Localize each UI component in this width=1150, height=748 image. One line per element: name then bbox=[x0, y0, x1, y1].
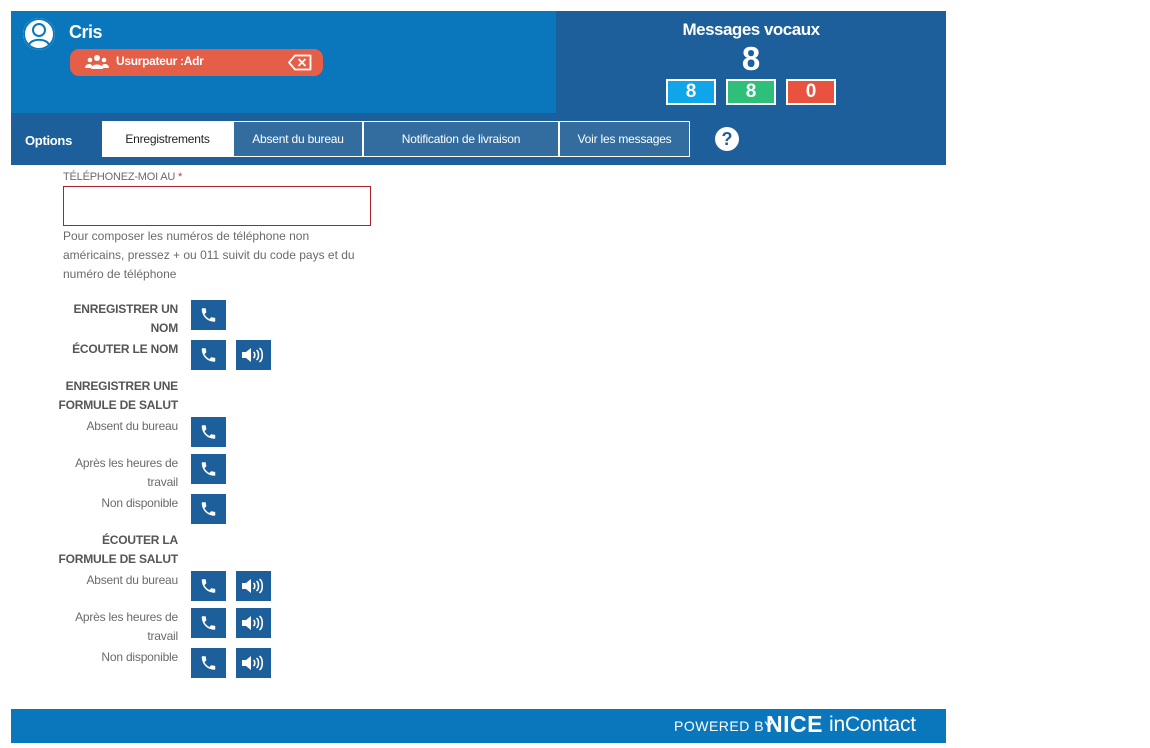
record-out-of-office-call-button[interactable] bbox=[191, 417, 226, 447]
listen-name-play-button[interactable] bbox=[236, 340, 271, 370]
phone-icon bbox=[201, 462, 216, 476]
voicemail-count-urgent: 0 bbox=[786, 79, 836, 105]
voicemail-summary: Messages vocaux 8 8 8 0 bbox=[556, 11, 946, 113]
listen-out-of-office-call-button[interactable] bbox=[191, 571, 226, 601]
phone-help-text: Pour composer les numéros de téléphone n… bbox=[63, 229, 355, 281]
impersonation-badge: Usurpateur :Adr bbox=[70, 49, 323, 76]
listen-name-heading: ÉCOUTER LE NOM bbox=[72, 342, 178, 356]
record-greeting-heading: ENREGISTRER UNE FORMULE DE SALUT bbox=[58, 379, 179, 412]
listen-unavailable-call-button[interactable] bbox=[191, 648, 226, 678]
listen-after-hours-play-button[interactable] bbox=[236, 608, 271, 638]
speaker-icon bbox=[242, 347, 264, 363]
phone-icon bbox=[201, 425, 216, 439]
end-impersonation-icon[interactable] bbox=[288, 54, 312, 71]
tab-bar: Options Enregistrements Absent du bureau… bbox=[11, 113, 946, 165]
listen-greeting-heading: ÉCOUTER LA FORMULE DE SALUT bbox=[58, 533, 179, 566]
phone-icon bbox=[201, 348, 216, 362]
app-root: Cris Usurpateur :Adr Messages vocaux 8 8… bbox=[0, 0, 1150, 748]
record-name-call-button[interactable] bbox=[191, 300, 226, 330]
voicemail-count-new: 8 bbox=[666, 79, 716, 105]
record-out-of-office-label: Absent du bureau bbox=[86, 419, 178, 433]
voicemail-count-read: 8 bbox=[726, 79, 776, 105]
phone-icon bbox=[201, 502, 216, 516]
record-after-hours-label: Après les heures de travail bbox=[75, 456, 178, 489]
listen-after-hours-label: Après les heures de travail bbox=[75, 610, 178, 643]
user-name: Cris bbox=[69, 22, 103, 42]
phone-icon bbox=[201, 579, 216, 593]
phone-icon bbox=[201, 656, 216, 670]
phone-icon bbox=[201, 308, 216, 322]
speaker-icon bbox=[242, 615, 264, 631]
record-unavailable-call-button[interactable] bbox=[191, 494, 226, 524]
tab-enregistrements[interactable]: Enregistrements bbox=[102, 121, 233, 157]
speaker-icon bbox=[242, 578, 264, 594]
required-mark: * bbox=[177, 171, 183, 183]
listen-after-hours-call-button[interactable] bbox=[191, 608, 226, 638]
listen-out-of-office-play-button[interactable] bbox=[236, 571, 271, 601]
listen-name-call-button[interactable] bbox=[191, 340, 226, 370]
record-unavailable-label: Non disponible bbox=[101, 496, 178, 510]
user-header: Cris Usurpateur :Adr bbox=[11, 11, 556, 113]
user-avatar-icon bbox=[23, 18, 55, 50]
powered-by-label: POWERED BY bbox=[674, 718, 774, 734]
listen-unavailable-play-button[interactable] bbox=[236, 648, 271, 678]
phone-number-input[interactable] bbox=[63, 186, 371, 226]
tab-notification-de-livraison[interactable]: Notification de livraison bbox=[363, 121, 559, 157]
record-after-hours-call-button[interactable] bbox=[191, 454, 226, 484]
nice-logo: NICE bbox=[766, 711, 823, 737]
voicemail-total: 8 bbox=[741, 40, 761, 77]
users-icon bbox=[85, 55, 109, 69]
phone-icon bbox=[201, 616, 216, 630]
tab-voir-les-messages[interactable]: Voir les messages bbox=[559, 121, 690, 157]
help-icon[interactable]: ? bbox=[715, 127, 739, 151]
phone-label-text: TÉLÉPHONEZ-MOI AU bbox=[63, 171, 176, 183]
speaker-icon bbox=[242, 655, 264, 671]
impersonation-label: Usurpateur :Adr bbox=[116, 54, 204, 68]
footer: POWERED BY NICE inContact bbox=[11, 709, 946, 743]
options-label: Options bbox=[25, 133, 73, 148]
tab-absent-du-bureau[interactable]: Absent du bureau bbox=[233, 121, 363, 157]
incontact-logo: inContact bbox=[829, 713, 916, 736]
listen-out-of-office-label: Absent du bureau bbox=[86, 573, 178, 587]
record-name-heading: ENREGISTRER UN NOM bbox=[73, 302, 178, 335]
listen-unavailable-label: Non disponible bbox=[101, 650, 178, 664]
phone-label: TÉLÉPHONEZ-MOI AU * bbox=[63, 171, 182, 183]
voicemail-title: Messages vocaux bbox=[682, 20, 820, 39]
